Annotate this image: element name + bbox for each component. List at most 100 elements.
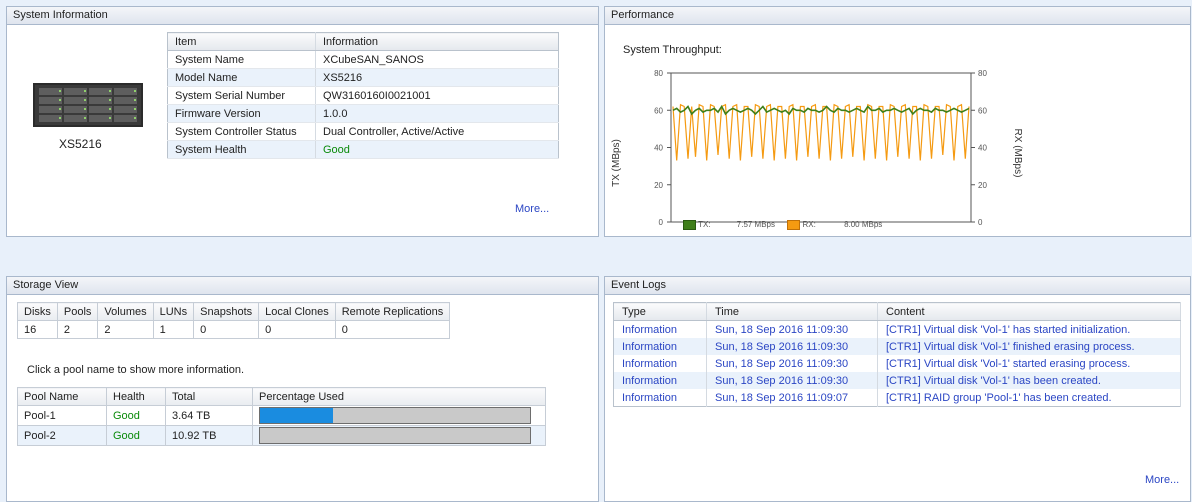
event-type: Information bbox=[613, 338, 707, 355]
event-row[interactable]: Information Sun, 18 Sep 2016 11:09:30 [CTR… bbox=[613, 338, 1181, 355]
pool-usage-cell bbox=[252, 405, 546, 426]
event-logs-more-link[interactable]: More... bbox=[1145, 474, 1179, 486]
column-header-local-clones: Local Clones bbox=[258, 302, 336, 321]
column-header-snapshots: Snapshots bbox=[193, 302, 260, 321]
info-cell: QW3160160I0021001 bbox=[315, 86, 559, 105]
pool-total: 10.92 TB bbox=[165, 425, 253, 446]
y-tick-label-right: 60 bbox=[978, 106, 987, 115]
system-info-table: Item Information System Name XCubeSAN_SAN… bbox=[167, 32, 559, 159]
pool-table: Pool Name Health Total Percentage Used P… bbox=[17, 387, 546, 446]
chart-legend: TX: 7.57 MBps RX: 8.00 MBps bbox=[683, 220, 882, 230]
info-cell: 1.0.0 bbox=[315, 104, 559, 123]
column-header-remote-replications: Remote Replications bbox=[334, 302, 451, 321]
item-cell: System Health bbox=[167, 140, 316, 159]
panel-title: Performance bbox=[605, 7, 1190, 25]
column-header-volumes: Volumes bbox=[97, 302, 154, 321]
table-row: 16 2 2 1 0 0 0 bbox=[17, 320, 451, 339]
item-cell: System Serial Number bbox=[167, 86, 316, 105]
pool-usage-bar bbox=[259, 407, 531, 424]
panel-title: System Information bbox=[7, 7, 598, 25]
device-model-label: XS5216 bbox=[59, 137, 102, 151]
local-clones-count: 0 bbox=[258, 320, 336, 339]
pool-total: 3.64 TB bbox=[165, 405, 253, 426]
event-content: [CTR1] Virtual disk 'Vol-1' finished era… bbox=[877, 338, 1181, 355]
event-type: Information bbox=[613, 389, 707, 407]
event-time: Sun, 18 Sep 2016 11:09:30 bbox=[706, 355, 878, 372]
pool-usage-cell bbox=[252, 425, 546, 446]
column-header-content: Content bbox=[877, 302, 1181, 321]
table-row[interactable]: Pool-1 Good 3.64 TB bbox=[17, 405, 546, 426]
y-tick-label-right: 20 bbox=[978, 181, 987, 190]
event-row[interactable]: Information Sun, 18 Sep 2016 11:09:30 [CTR… bbox=[613, 320, 1181, 338]
event-type: Information bbox=[613, 372, 707, 389]
item-cell: Firmware Version bbox=[167, 104, 316, 123]
tx-legend-value: 7.57 MBps bbox=[736, 220, 776, 230]
item-cell: System Name bbox=[167, 50, 316, 69]
event-time: Sun, 18 Sep 2016 11:09:07 bbox=[706, 389, 878, 407]
storage-summary-table: Disks Pools Volumes LUNs Snapshots Local… bbox=[17, 302, 451, 339]
column-header-disks: Disks bbox=[17, 302, 58, 321]
pool-name-link[interactable]: Pool-2 bbox=[17, 425, 107, 446]
column-header-information: Information bbox=[315, 32, 559, 51]
event-row[interactable]: Information Sun, 18 Sep 2016 11:09:07 [CTR… bbox=[613, 389, 1181, 407]
y-tick-label-left: 40 bbox=[654, 144, 663, 153]
event-content: [CTR1] RAID group 'Pool-1' has been crea… bbox=[877, 389, 1181, 407]
rx-legend-label: RX: bbox=[802, 220, 816, 230]
column-header-pool-name: Pool Name bbox=[17, 387, 107, 406]
column-header-luns: LUNs bbox=[152, 302, 195, 321]
y-tick-label-left: 80 bbox=[654, 69, 663, 78]
pool-usage-bar bbox=[259, 427, 531, 444]
pool-health: Good bbox=[106, 425, 166, 446]
column-header-type: Type bbox=[613, 302, 707, 321]
column-header-health: Health bbox=[106, 387, 166, 406]
system-health-value: Good bbox=[315, 140, 559, 159]
system-information-panel: System Information XS5216 Item Informati… bbox=[6, 6, 599, 237]
info-cell: Dual Controller, Active/Active bbox=[315, 122, 559, 141]
pool-usage-fill bbox=[260, 408, 333, 423]
pool-hint-text: Click a pool name to show more informati… bbox=[27, 364, 245, 376]
table-row: Firmware Version 1.0.0 bbox=[167, 104, 559, 123]
y-axis-label-right: RX (MBps) bbox=[1012, 129, 1023, 178]
column-header-percentage-used: Percentage Used bbox=[252, 387, 546, 406]
y-tick-label-right: 40 bbox=[978, 144, 987, 153]
event-type: Information bbox=[613, 320, 707, 338]
column-header-time: Time bbox=[706, 302, 878, 321]
event-row[interactable]: Information Sun, 18 Sep 2016 11:09:30 [CTR… bbox=[613, 372, 1181, 389]
event-type: Information bbox=[613, 355, 707, 372]
y-tick-label-left: 0 bbox=[659, 218, 664, 227]
snapshots-count: 0 bbox=[193, 320, 260, 339]
table-row: System Name XCubeSAN_SANOS bbox=[167, 50, 559, 69]
rx-legend-swatch bbox=[787, 220, 801, 230]
event-logs-panel: Event Logs Type Time Content Information… bbox=[604, 276, 1191, 502]
system-info-more-link[interactable]: More... bbox=[515, 203, 549, 215]
event-row[interactable]: Information Sun, 18 Sep 2016 11:09:30 [CTR… bbox=[613, 355, 1181, 372]
event-content: [CTR1] Virtual disk 'Vol-1' has been cre… bbox=[877, 372, 1181, 389]
pool-health: Good bbox=[106, 405, 166, 426]
throughput-chart: 0 0 20 20 40 40 60 60 80 80 TX (MBps) RX (MBps) bbox=[611, 69, 1023, 227]
tx-legend-swatch bbox=[683, 220, 696, 230]
event-content: [CTR1] Virtual disk 'Vol-1' started eras… bbox=[877, 355, 1181, 372]
event-time: Sun, 18 Sep 2016 11:09:30 bbox=[706, 372, 878, 389]
item-cell: System Controller Status bbox=[167, 122, 316, 141]
y-tick-label-right: 80 bbox=[978, 69, 987, 78]
y-tick-label-left: 60 bbox=[654, 106, 663, 115]
performance-panel: Performance System Throughput: 0 0 20 20 40 4… bbox=[604, 6, 1191, 237]
column-header-total: Total bbox=[165, 387, 253, 406]
pools-count: 2 bbox=[56, 320, 99, 339]
table-row[interactable]: Pool-2 Good 10.92 TB bbox=[17, 425, 546, 446]
rx-legend-value: 8.00 MBps bbox=[844, 220, 883, 230]
table-row: Model Name XS5216 bbox=[167, 68, 559, 87]
table-row: System Health Good bbox=[167, 140, 559, 159]
pool-name-link[interactable]: Pool-1 bbox=[17, 405, 107, 426]
event-time: Sun, 18 Sep 2016 11:09:30 bbox=[706, 320, 878, 338]
y-tick-label-left: 20 bbox=[654, 181, 663, 190]
y-tick-label-right: 0 bbox=[978, 218, 983, 227]
storage-device-image bbox=[33, 83, 143, 127]
table-row: System Controller Status Dual Controller,… bbox=[167, 122, 559, 141]
column-header-pools: Pools bbox=[56, 302, 99, 321]
remote-replications-count: 0 bbox=[334, 320, 451, 339]
volumes-count: 2 bbox=[97, 320, 154, 339]
tx-legend-label: TX: bbox=[698, 220, 711, 230]
info-cell: XCubeSAN_SANOS bbox=[315, 50, 559, 69]
panel-title: Event Logs bbox=[605, 277, 1190, 295]
